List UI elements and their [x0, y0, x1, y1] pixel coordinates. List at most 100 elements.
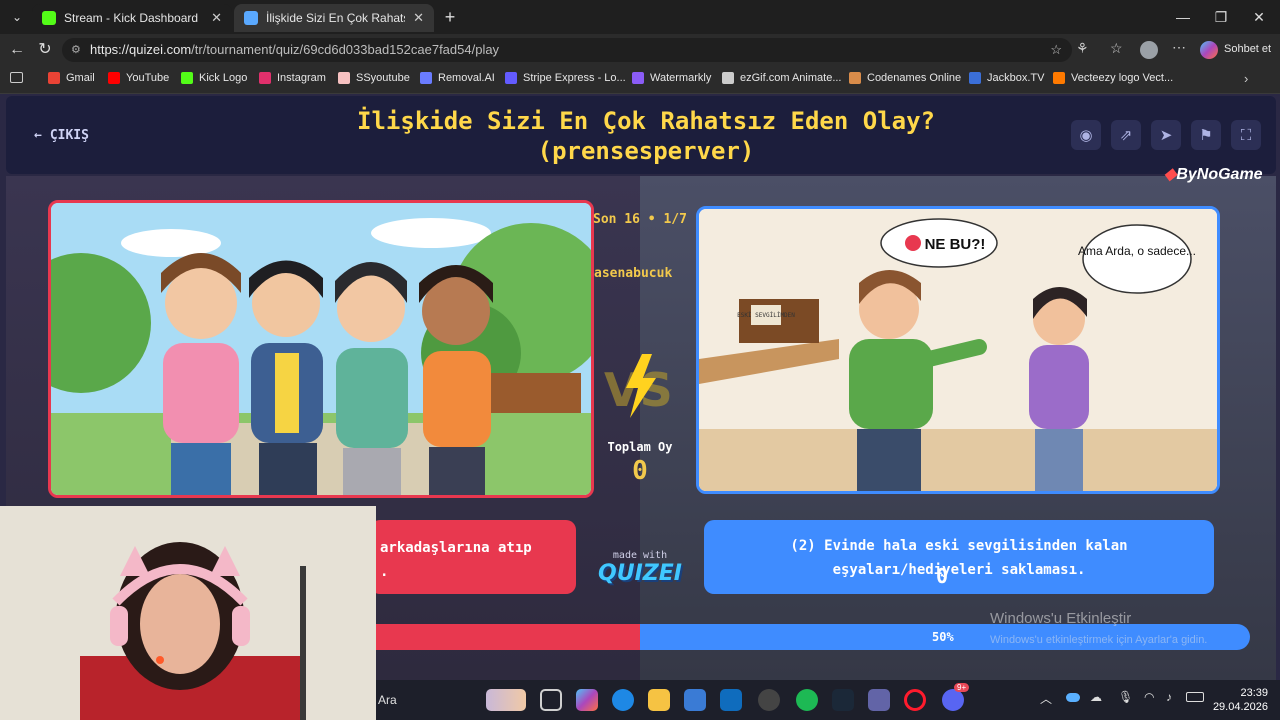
- tab-quizei[interactable]: İlişkide Sizi En Çok Rahatsız Eden O ✕: [234, 4, 434, 32]
- volume-icon[interactable]: ♪: [1166, 690, 1172, 704]
- watermarkly-icon: [632, 72, 644, 84]
- tab-title: Stream - Kick Dashboard: [64, 11, 199, 25]
- angry-face-icon: [905, 235, 921, 251]
- close-icon[interactable]: ✕: [211, 10, 222, 26]
- versus-icon: VS: [604, 354, 673, 418]
- flag-icon[interactable]: ⚑: [1191, 120, 1221, 150]
- favorites-icon[interactable]: ☆: [1110, 40, 1123, 57]
- send-icon[interactable]: ➤: [1151, 120, 1181, 150]
- url-host: https://quizei.com: [90, 42, 192, 57]
- instagram-icon: [259, 72, 271, 84]
- option-left-button[interactable]: arkadaşlarına atıp .: [370, 520, 576, 594]
- discord-badge: 9+: [954, 683, 970, 692]
- bookmark-vecteezy[interactable]: Vecteezy logo Vect...: [1053, 72, 1173, 84]
- taskbar-clock[interactable]: 23:39 29.04.2026: [1212, 686, 1268, 714]
- bookmark-label: YouTube: [126, 72, 170, 84]
- bookmark-label: Jackbox.TV: [987, 72, 1045, 84]
- sohbet-button[interactable]: Sohbet et: [1224, 43, 1271, 55]
- clock-date: 29.04.2026: [1212, 701, 1268, 713]
- bookmark-label: Vecteezy logo Vect...: [1071, 72, 1174, 84]
- profile-avatar[interactable]: [1140, 41, 1158, 59]
- cloud-icon[interactable]: ☁: [1090, 690, 1102, 704]
- ezgif-icon: [722, 72, 734, 84]
- eye-icon[interactable]: ◉: [1071, 120, 1101, 150]
- tab-title: İlişkide Sizi En Çok Rahatsız Eden O: [266, 11, 405, 25]
- bookmark-label: Instagram: [277, 72, 326, 84]
- address-bar-row: ← ↻ ⚙ https://quizei.com/tr/tournament/q…: [0, 34, 1280, 66]
- onedrive-icon[interactable]: [1066, 693, 1080, 702]
- bookmark-ezgif[interactable]: ezGif.com Animate...: [722, 72, 841, 84]
- file-explorer-icon[interactable]: [648, 689, 670, 711]
- steam-icon[interactable]: [832, 689, 854, 711]
- bookmark-gmail[interactable]: Gmail: [48, 72, 95, 84]
- discord-icon[interactable]: 9+: [942, 683, 970, 711]
- search-highlight-icon[interactable]: [486, 689, 526, 711]
- option-right-text-line-2: eşyaları/hediyeleri saklaması.: [832, 562, 1086, 578]
- copilot-icon[interactable]: [576, 689, 598, 711]
- share-icon[interactable]: ⇗: [1111, 120, 1141, 150]
- battery-icon[interactable]: [1186, 692, 1204, 702]
- url-input[interactable]: ⚙ https://quizei.com/tr/tournament/quiz/…: [62, 38, 1072, 62]
- webcam-overlay: [0, 506, 376, 720]
- speech-bubble-1: NE BU?!: [925, 236, 986, 253]
- option-right-votes: 0: [936, 564, 949, 588]
- back-arrow-icon[interactable]: ←: [6, 40, 28, 60]
- couple-argument-illustration: ESKİ SEVGİLİMDEN NE BU?! Ama Arda, o sad…: [699, 209, 1217, 491]
- task-view-icon[interactable]: [540, 689, 562, 711]
- made-with-quizei[interactable]: made with QUIZEI: [596, 550, 684, 586]
- title-line-2: (prensesperver): [537, 137, 755, 165]
- reading-list-icon[interactable]: [10, 72, 23, 83]
- spotify-icon[interactable]: [796, 689, 818, 711]
- new-tab-button[interactable]: +: [440, 6, 460, 28]
- option-right-image[interactable]: ESKİ SEVGİLİMDEN NE BU?! Ama Arda, o sad…: [696, 206, 1220, 494]
- bookmark-instagram[interactable]: Instagram: [259, 72, 326, 84]
- bookmark-removal-ai[interactable]: Removal.AI: [420, 72, 495, 84]
- outlook-icon[interactable]: [720, 689, 742, 711]
- obs-icon[interactable]: [758, 689, 780, 711]
- close-window-icon[interactable]: ✕: [1236, 0, 1280, 34]
- microphone-icon[interactable]: 🎙: [1118, 690, 1133, 704]
- reload-icon[interactable]: ↻: [34, 40, 56, 60]
- bookmark-label: Stripe Express - Lo...: [523, 72, 626, 84]
- chevron-up-icon[interactable]: ︿: [1040, 690, 1052, 707]
- stripe-icon: [505, 72, 517, 84]
- made-with-label: made with: [612, 550, 668, 561]
- gmail-icon: [48, 72, 60, 84]
- tab-list-chevron-icon[interactable]: ⌄: [6, 7, 28, 27]
- close-icon[interactable]: ✕: [413, 10, 424, 26]
- edge-icon[interactable]: [612, 689, 634, 711]
- option-left-text-line-1: arkadaşlarına atıp: [380, 540, 532, 556]
- kick-icon: [181, 72, 193, 84]
- more-menu-icon[interactable]: ⋯: [1172, 39, 1186, 56]
- bookmark-codenames[interactable]: Codenames Online: [849, 72, 961, 84]
- kick-icon: [42, 11, 56, 25]
- wifi-icon[interactable]: ◠: [1144, 690, 1154, 704]
- bookmark-label: Removal.AI: [438, 72, 495, 84]
- chevron-right-icon[interactable]: ›: [1244, 71, 1248, 86]
- option-left-image[interactable]: [48, 200, 594, 498]
- youtube-icon: [108, 72, 120, 84]
- opera-icon[interactable]: [904, 689, 926, 711]
- bookmark-stripe[interactable]: Stripe Express - Lo...: [505, 72, 626, 84]
- bookmark-jackbox[interactable]: Jackbox.TV: [969, 72, 1044, 84]
- vecteezy-icon: [1053, 72, 1065, 84]
- option-right-text-line-1: (2) Evinde hala eski sevgilisinden kalan: [790, 538, 1128, 554]
- site-info-icon[interactable]: ⚙: [71, 38, 81, 62]
- copilot-icon[interactable]: [1200, 41, 1218, 59]
- total-votes-label: Toplam Oy: [607, 440, 673, 454]
- exit-button[interactable]: ← ÇIKIŞ: [34, 128, 89, 143]
- store-icon[interactable]: [684, 689, 706, 711]
- bookmark-watermarkly[interactable]: Watermarkly: [632, 72, 711, 84]
- bookmark-kick-logo[interactable]: Kick Logo: [181, 72, 247, 84]
- fullscreen-icon[interactable]: ⛶: [1231, 120, 1261, 150]
- bookmark-ssyoutube[interactable]: SSyoutube: [338, 72, 410, 84]
- brand-text: ByNoGame: [1176, 166, 1263, 183]
- extensions-icon[interactable]: ⚘: [1076, 40, 1089, 57]
- teams-icon[interactable]: [868, 689, 890, 711]
- bookmark-youtube[interactable]: YouTube: [108, 72, 169, 84]
- bookmark-label: SSyoutube: [356, 72, 410, 84]
- star-icon[interactable]: ☆: [1050, 38, 1062, 62]
- clock-time: 23:39: [1240, 687, 1268, 699]
- option-right-button[interactable]: (2) Evinde hala eski sevgilisinden kalan…: [704, 520, 1214, 594]
- tab-kick-dashboard[interactable]: Stream - Kick Dashboard ✕: [32, 4, 232, 32]
